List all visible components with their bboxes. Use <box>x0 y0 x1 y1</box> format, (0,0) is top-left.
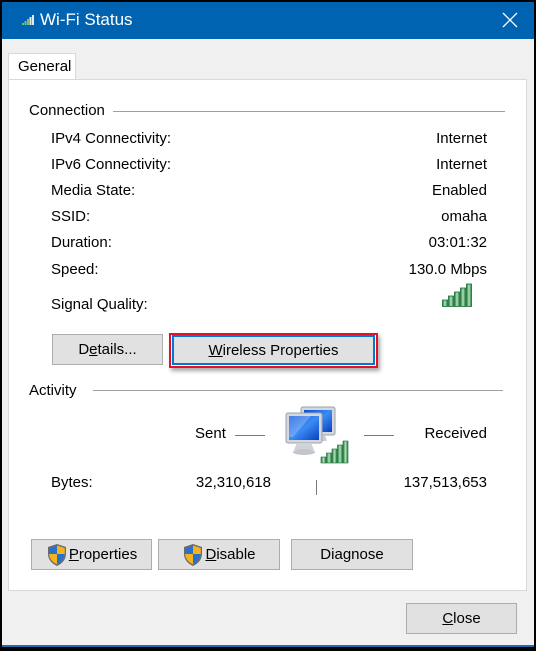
uac-shield-icon <box>47 543 66 566</box>
activity-heading: Activity <box>29 382 85 399</box>
duration-label: Duration: <box>51 234 112 251</box>
bytes-label: Bytes: <box>51 474 93 491</box>
ipv6-value: Internet <box>436 156 487 173</box>
activity-divider <box>93 390 503 391</box>
signal-strength-icon <box>442 283 472 307</box>
properties-accel: P <box>68 546 79 563</box>
close-button[interactable]: Close <box>406 603 517 634</box>
wifi-signal-icon <box>22 15 34 25</box>
connection-heading: Connection <box>29 102 113 119</box>
ipv6-label: IPv6 Connectivity: <box>51 156 172 173</box>
ssid-value: omaha <box>441 208 487 225</box>
ipv4-label: IPv4 Connectivity: <box>51 130 172 147</box>
properties-button[interactable]: Properties <box>31 539 152 570</box>
received-label: Received <box>424 425 487 442</box>
wireless-button-accel: W <box>208 341 223 359</box>
received-dash <box>364 435 394 436</box>
activity-separator <box>316 480 317 495</box>
tab-general[interactable]: General <box>8 53 76 80</box>
media-state-label: Media State: <box>51 182 136 199</box>
uac-shield-icon <box>184 543 203 566</box>
title-bar: Wi-Fi Status <box>2 2 534 39</box>
close-icon[interactable] <box>498 8 522 32</box>
general-panel: Connection IPv4 Connectivity: Internet I… <box>8 79 527 591</box>
speed-value: 130.0 Mbps <box>408 261 487 278</box>
diagnose-pre: Dia <box>320 546 343 563</box>
connection-divider <box>101 111 505 112</box>
sent-dash <box>235 435 265 436</box>
window-title: Wi-Fi Status <box>40 10 133 29</box>
disable-accel: D <box>205 546 217 563</box>
close-accel: C <box>442 610 454 627</box>
properties-post: roperties <box>78 546 138 563</box>
wifi-status-dialog: Wi-Fi Status General Connection IPv4 Con… <box>2 2 534 647</box>
signal-quality-label: Signal Quality: <box>51 296 148 313</box>
disable-button[interactable]: Disable <box>158 539 280 570</box>
duration-value: 03:01:32 <box>428 234 487 251</box>
diagnose-button[interactable]: Dia g nose <box>291 539 413 570</box>
wireless-button-post: ireless Properties <box>222 341 339 359</box>
diagnose-post: nose <box>351 546 384 563</box>
wireless-properties-button[interactable]: Wireless Properties <box>172 335 375 365</box>
network-computers-icon <box>285 406 349 464</box>
details-button-accel: e <box>89 341 98 358</box>
details-button-post: tails... <box>97 341 137 358</box>
disable-post: isable <box>216 546 256 563</box>
bytes-sent-value: 32,310,618 <box>195 474 271 491</box>
sent-label: Sent <box>195 425 226 442</box>
bytes-received-value: 137,513,653 <box>403 474 487 491</box>
close-post: lose <box>453 610 481 627</box>
media-state-value: Enabled <box>431 182 487 199</box>
speed-label: Speed: <box>51 261 99 278</box>
diagnose-accel: g <box>342 546 352 563</box>
ipv4-value: Internet <box>436 130 487 147</box>
details-button-pre: D <box>78 341 90 358</box>
details-button[interactable]: De tails... <box>52 334 163 365</box>
ssid-label: SSID: <box>51 208 91 225</box>
